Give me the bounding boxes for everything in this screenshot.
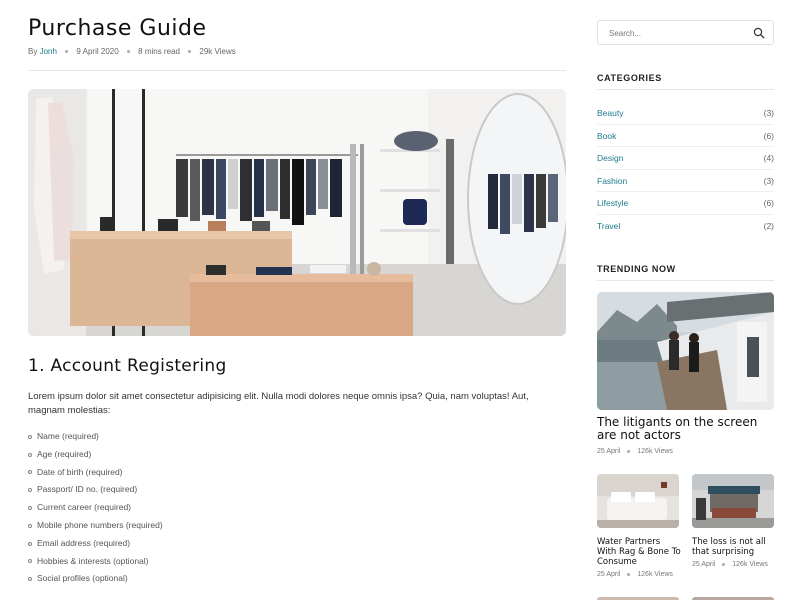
bullet-icon	[28, 541, 32, 546]
category-list: Beauty (3) Book (6) Design (4) Fashion (3) L…	[597, 102, 774, 237]
trending-heading: TRENDING NOW	[597, 264, 676, 274]
article-date: 9 April 2020	[76, 47, 119, 56]
post-views: 126k Views	[637, 571, 673, 578]
meta-separator	[722, 562, 726, 566]
list-item-text: Hobbies & interests (optional)	[37, 555, 149, 566]
featured-post-meta: 25 April 126k Views	[597, 448, 673, 455]
read-time: 8 mins read	[138, 47, 180, 56]
meta-separator	[188, 50, 192, 54]
post-date: 25 April	[597, 448, 621, 455]
category-count: (6)	[763, 198, 774, 208]
bedroom-illustration	[597, 474, 679, 528]
search-box	[597, 20, 774, 45]
post-views: 126k Views	[732, 561, 768, 568]
meta-separator	[65, 50, 69, 54]
search-input[interactable]	[609, 27, 749, 39]
author-link[interactable]: Jonh	[40, 47, 57, 56]
category-count: (6)	[763, 130, 774, 141]
category-item-fashion[interactable]: Fashion (3)	[597, 170, 774, 192]
boat-deck-illustration	[597, 292, 774, 410]
list-item-text: Age (required)	[37, 448, 92, 459]
section-heading: 1. Account Registering	[28, 356, 227, 376]
bullet-icon	[28, 488, 32, 493]
category-name[interactable]: Fashion	[597, 170, 627, 192]
bullet-icon	[28, 470, 32, 475]
post-date: 25 April	[597, 571, 621, 578]
bullet-icon	[28, 523, 32, 528]
list-item: Social profiles (optional)	[28, 570, 163, 588]
category-count: (4)	[763, 153, 774, 163]
requirements-list: Name (required) Age (required) Date of b…	[28, 428, 163, 588]
bullet-icon	[28, 434, 32, 439]
category-count: (2)	[763, 220, 774, 231]
list-item: Date of birth (required)	[28, 464, 163, 482]
category-count: (3)	[763, 175, 774, 186]
featured-post-image[interactable]	[597, 292, 774, 410]
by-label: By	[28, 47, 38, 56]
category-item-lifestyle[interactable]: Lifestyle (6)	[597, 192, 774, 215]
divider	[597, 89, 774, 90]
trending-card-image[interactable]	[692, 474, 774, 528]
category-count: (3)	[763, 108, 774, 118]
featured-post-title[interactable]: The litigants on the screen are not acto…	[597, 416, 774, 442]
list-item: Passport/ ID no. (required)	[28, 481, 163, 499]
divider	[597, 280, 774, 281]
category-item-travel[interactable]: Travel (2)	[597, 215, 774, 238]
list-item: Age (required)	[28, 446, 163, 464]
list-item: Name (required)	[28, 428, 163, 446]
view-count: 29k Views	[199, 47, 236, 56]
category-name[interactable]: Beauty	[597, 102, 623, 124]
list-item-text: Social profiles (optional)	[37, 573, 128, 584]
store-interior-illustration	[28, 89, 566, 336]
category-item-book[interactable]: Book (6)	[597, 125, 774, 147]
divider	[28, 70, 566, 71]
category-name[interactable]: Design	[597, 147, 623, 169]
list-item-text: Current career (required)	[37, 502, 132, 513]
trending-card-title[interactable]: The loss is not all that surprising	[692, 537, 776, 557]
market-stall-illustration	[692, 474, 774, 528]
bullet-icon	[28, 577, 32, 582]
list-item: Mobile phone numbers (required)	[28, 517, 163, 535]
categories-heading: CATEGORIES	[597, 73, 662, 83]
list-item-text: Name (required)	[37, 431, 99, 441]
search-icon[interactable]	[753, 27, 765, 39]
trending-card-meta: 25 April 126k Views	[597, 571, 673, 578]
meta-separator	[126, 50, 130, 54]
trending-card-meta: 25 April 126k Views	[692, 561, 768, 568]
category-name[interactable]: Book	[597, 125, 616, 147]
category-item-beauty[interactable]: Beauty (3)	[597, 102, 774, 125]
list-item-text: Email address (required)	[37, 537, 131, 548]
list-item-text: Mobile phone numbers (required)	[37, 519, 163, 530]
category-name[interactable]: Lifestyle	[597, 192, 628, 214]
meta-separator	[627, 572, 631, 576]
list-item: Current career (required)	[28, 499, 163, 517]
list-item-text: Passport/ ID no. (required)	[37, 484, 138, 495]
list-item: Email address (required)	[28, 535, 163, 553]
hero-image	[28, 89, 566, 336]
bullet-icon	[28, 559, 32, 564]
post-date: 25 April	[692, 561, 716, 568]
bullet-icon	[28, 452, 32, 457]
page-title: Purchase Guide	[28, 16, 207, 41]
trending-card-title[interactable]: Water Partners With Rag & Bone To Consum…	[597, 537, 681, 567]
category-item-design[interactable]: Design (4)	[597, 147, 774, 170]
post-views: 126k Views	[637, 448, 673, 455]
category-name[interactable]: Travel	[597, 215, 620, 238]
lead-paragraph: Lorem ipsum dolor sit amet consectetur a…	[28, 391, 529, 416]
bullet-icon	[28, 505, 32, 510]
list-item: Hobbies & interests (optional)	[28, 553, 163, 571]
article-meta: By Jonh 9 April 2020 8 mins read 29k Vie…	[28, 47, 236, 56]
list-item-text: Date of birth (required)	[37, 466, 123, 477]
meta-separator	[627, 449, 631, 453]
trending-card-image[interactable]	[597, 474, 679, 528]
